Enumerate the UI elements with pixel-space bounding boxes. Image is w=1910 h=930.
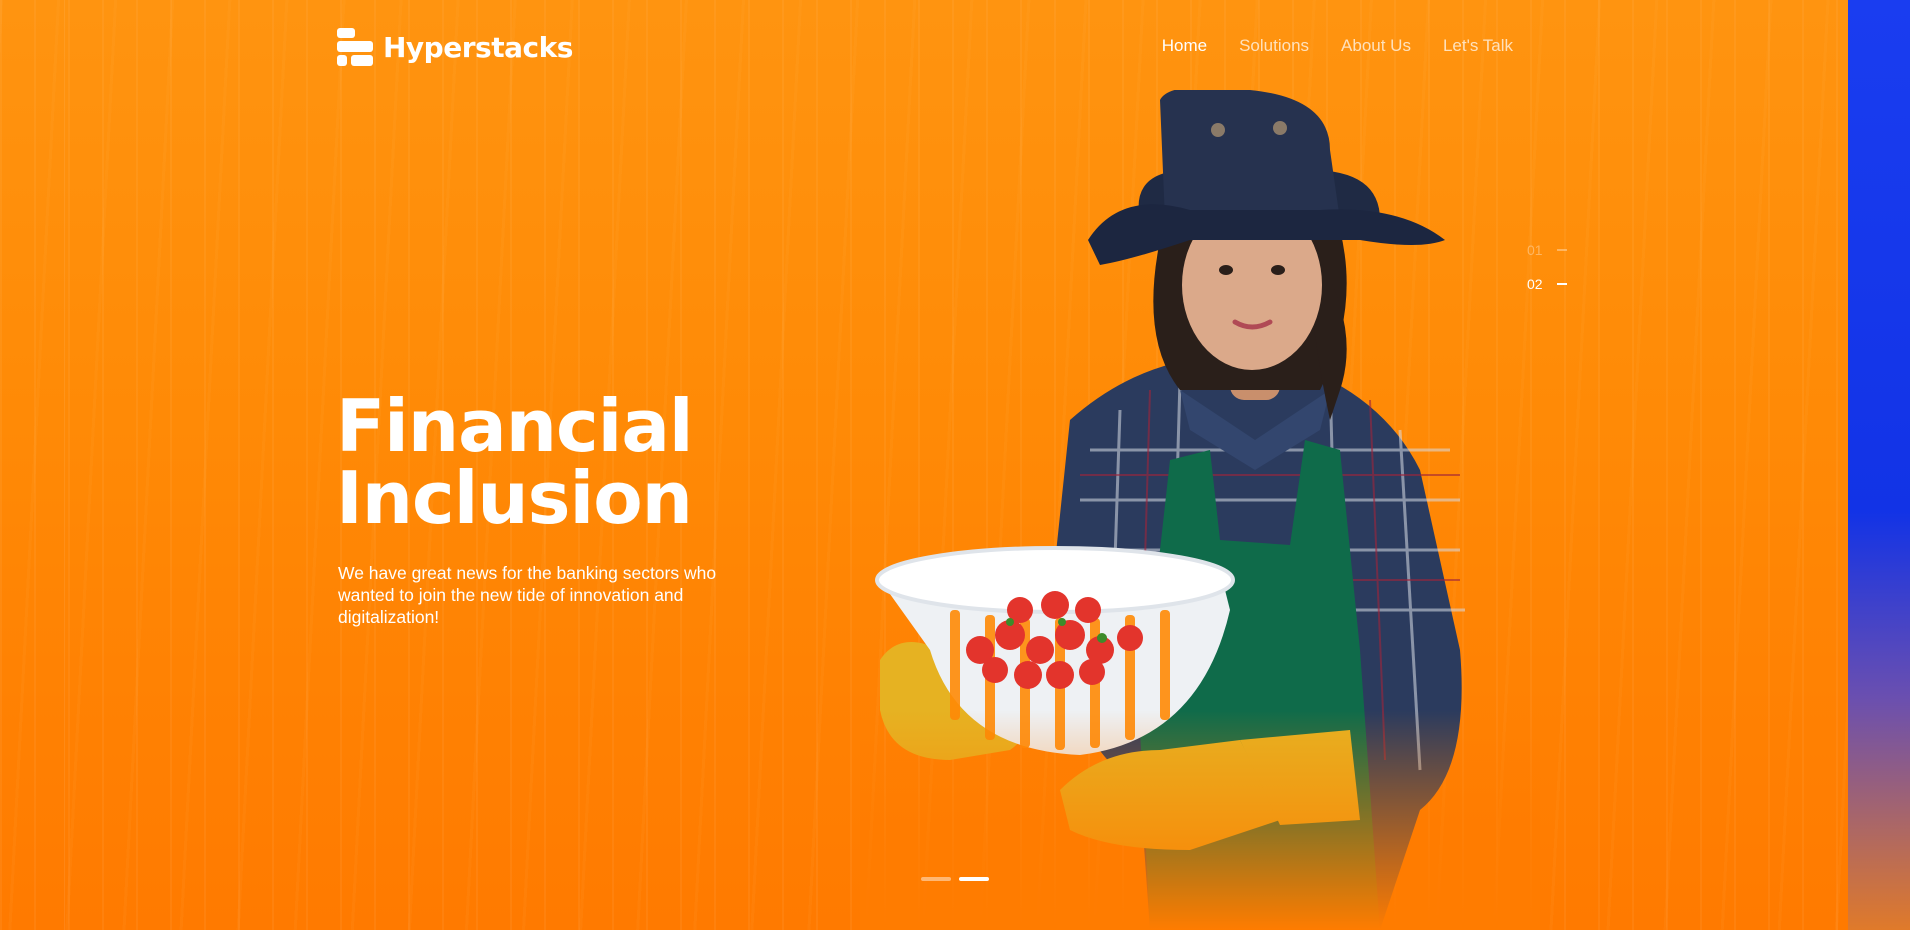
brand-logo[interactable]: Hyperstacks — [337, 28, 573, 66]
farmer-woman-illustration — [860, 90, 1540, 930]
slide-index-dash — [1556, 249, 1567, 251]
slide-index-label: 02 — [1527, 276, 1543, 292]
nav-home[interactable]: Home — [1162, 36, 1207, 56]
slide-index-dash — [1556, 283, 1567, 285]
hero-section: Hyperstacks Home Solutions About Us Let'… — [0, 0, 1848, 930]
hero-title-line1: Financial — [336, 384, 694, 468]
slide-index-item-02[interactable]: 02 — [1527, 267, 1567, 301]
logo-mark-icon — [337, 28, 373, 66]
slide-index-item-01[interactable]: 01 — [1527, 233, 1567, 267]
slide-dot-1[interactable] — [921, 877, 951, 881]
slide-index-label: 01 — [1527, 242, 1543, 258]
main-nav: Home Solutions About Us Let's Talk — [1162, 36, 1513, 56]
nav-solutions[interactable]: Solutions — [1239, 36, 1309, 56]
divider-line — [64, 0, 65, 930]
brand-name: Hyperstacks — [383, 30, 573, 64]
slide-dot-2[interactable] — [959, 877, 989, 881]
side-panel-strip — [1848, 0, 1910, 930]
slide-index: 01 02 — [1527, 233, 1567, 301]
hero-title-line2: Inclusion — [336, 456, 693, 540]
hero-title: Financial Inclusion — [336, 384, 694, 540]
nav-lets-talk[interactable]: Let's Talk — [1443, 36, 1513, 56]
nav-about-us[interactable]: About Us — [1341, 36, 1411, 56]
hero-description: We have great news for the banking secto… — [338, 563, 717, 627]
slide-pagination — [921, 877, 989, 881]
